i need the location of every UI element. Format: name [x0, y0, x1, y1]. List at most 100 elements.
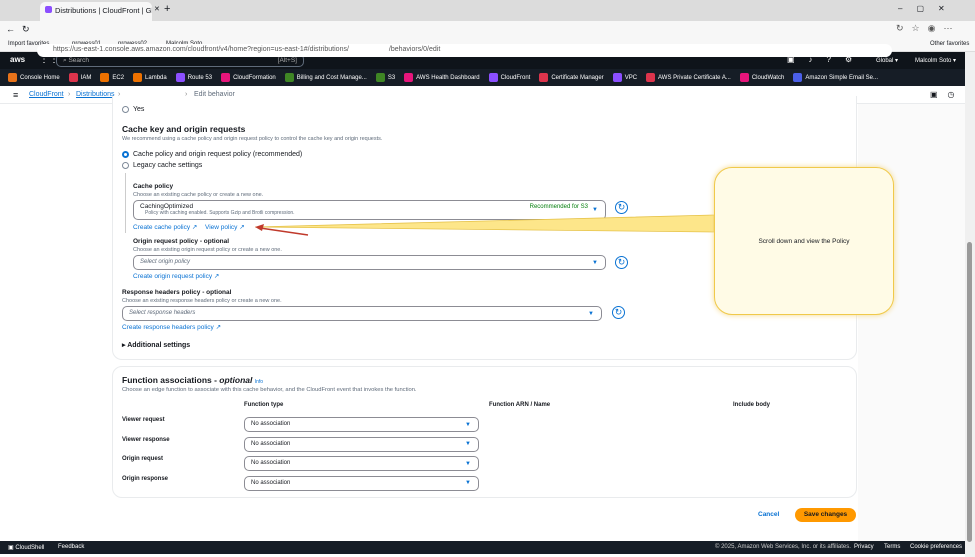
- browser-tab[interactable]: Distributions | CloudFront | Glob...: [40, 2, 152, 21]
- service-icon: [612, 73, 622, 82]
- service-label: CloudWatch: [751, 75, 785, 82]
- service-shortcut[interactable]: Lambda: [133, 73, 167, 82]
- menu-icon[interactable]: ≡: [13, 90, 18, 100]
- refresh-cache-policy-icon[interactable]: ↻: [615, 201, 628, 214]
- privacy-link[interactable]: Privacy: [854, 544, 874, 550]
- additional-settings-toggle[interactable]: ▸ Additional settings: [122, 341, 190, 349]
- function-type-select[interactable]: No association ▼: [244, 475, 479, 491]
- radio-legacy[interactable]: Legacy cache settings: [122, 162, 202, 169]
- service-label: EC2: [112, 75, 125, 82]
- close-tab-icon[interactable]: ✕: [154, 5, 160, 13]
- origin-policy-select[interactable]: Select origin policy ▼: [133, 255, 606, 270]
- function-associations-desc: Choose an edge function to associate wit…: [122, 387, 417, 393]
- feedback-link[interactable]: Feedback: [58, 544, 84, 550]
- function-row-label: Origin response: [122, 475, 169, 482]
- indent-line: [125, 173, 126, 233]
- user-menu[interactable]: Malcolm Soto ▾: [915, 57, 956, 64]
- terms-link[interactable]: Terms: [884, 544, 900, 550]
- function-type-select[interactable]: No association ▼: [244, 436, 479, 452]
- service-shortcut[interactable]: EC2: [100, 73, 124, 82]
- service-shortcut[interactable]: AWS Private Certificate A...: [646, 73, 731, 82]
- region-selector[interactable]: Global ▾: [876, 57, 898, 64]
- aws-logo[interactable]: aws: [10, 55, 25, 64]
- back-icon[interactable]: ←: [6, 24, 15, 34]
- console-footer: ▣ CloudShell Feedback © 2025, Amazon Web…: [0, 541, 965, 554]
- breadcrumb-distributions[interactable]: Distributions: [76, 91, 115, 98]
- create-response-policy-text: Create response headers policy: [122, 324, 214, 331]
- create-cache-policy-link[interactable]: Create cache policy ↗: [133, 223, 197, 231]
- service-shortcut[interactable]: CloudFront: [488, 73, 530, 82]
- cancel-button[interactable]: Cancel: [758, 511, 779, 518]
- service-shortcut[interactable]: CloudWatch: [739, 73, 785, 82]
- recommended-badge: Recommended for S3: [529, 204, 588, 210]
- address-bar-row: ← ↻ https://us-east-1.console.aws.amazon…: [0, 21, 975, 57]
- create-response-policy-link[interactable]: Create response headers policy ↗: [122, 323, 221, 331]
- service-shortcut[interactable]: Route 53: [175, 73, 212, 82]
- service-icon: [793, 73, 803, 82]
- chevron-down-icon: ▼: [465, 480, 471, 486]
- origin-policy-hint: Choose an existing origin request policy…: [133, 247, 282, 253]
- response-policy-select[interactable]: Select response headers ▼: [122, 306, 602, 321]
- view-policy-text: View policy: [205, 224, 238, 231]
- breadcrumb-cloudfront[interactable]: CloudFront: [29, 91, 64, 98]
- url-input[interactable]: https://us-east-1.console.aws.amazon.com…: [37, 44, 892, 57]
- search-shortcut: [Alt+S]: [277, 57, 297, 64]
- service-icon: [739, 73, 749, 82]
- cache-policy-label: Cache policy: [133, 183, 174, 190]
- service-shortcut[interactable]: Amazon Simple Email Se...: [793, 73, 878, 82]
- cache-policy-hint: Choose an existing cache policy or creat…: [133, 192, 264, 198]
- function-type-select[interactable]: No association ▼: [244, 456, 479, 471]
- function-associations-card: [112, 366, 857, 498]
- service-label: IAM: [80, 75, 92, 82]
- window-controls[interactable]: –▢✕: [898, 4, 959, 13]
- service-shortcut[interactable]: CloudFormation: [221, 73, 276, 82]
- service-icon: [175, 73, 185, 82]
- refresh-response-policy-icon[interactable]: ↻: [612, 306, 625, 319]
- save-changes-button[interactable]: Save changes: [795, 508, 856, 522]
- create-origin-policy-text: Create origin request policy: [133, 273, 213, 280]
- cache-policy-select[interactable]: CachingOptimized Policy with caching ena…: [133, 200, 606, 220]
- service-shortcut[interactable]: IAM: [68, 73, 92, 82]
- function-type-value: No association: [251, 479, 291, 486]
- other-favorites[interactable]: Other favorites: [930, 41, 969, 47]
- refresh-origin-policy-icon[interactable]: ↻: [615, 256, 628, 269]
- url-suffix: /behaviors/0/edit: [388, 46, 441, 53]
- service-icon: [284, 73, 294, 82]
- scrollbar[interactable]: [965, 52, 975, 557]
- response-policy-hint: Choose an existing response headers poli…: [122, 298, 282, 304]
- reload-icon[interactable]: ↻: [22, 24, 30, 35]
- function-row-label: Viewer response: [122, 436, 170, 443]
- origin-policy-placeholder: Select origin policy: [140, 259, 191, 265]
- info-link[interactable]: Info: [255, 379, 263, 385]
- panel-icons[interactable]: ▣◷: [930, 90, 965, 99]
- browser-toolbar-icons[interactable]: ↻☆◉⋯: [896, 23, 960, 34]
- service-icon: [68, 73, 78, 82]
- chevron-down-icon: ▼: [592, 207, 598, 213]
- chevron-down-icon: ▼: [465, 441, 471, 447]
- service-label: Console Home: [20, 75, 60, 82]
- chevron-down-icon: ▼: [592, 259, 598, 266]
- create-cache-policy-text: Create cache policy: [133, 224, 191, 231]
- cloudshell-label: CloudShell: [15, 545, 45, 551]
- chevron-down-icon: ▼: [588, 310, 594, 317]
- service-shortcut[interactable]: AWS Health Dashboard: [404, 73, 480, 82]
- browser-tab-bar: Distributions | CloudFront | Glob... ✕ +…: [0, 0, 975, 21]
- service-shortcut[interactable]: VPC: [612, 73, 637, 82]
- cloudshell-button[interactable]: ▣ CloudShell: [8, 544, 44, 551]
- service-shortcuts-bar: Console Home IAM EC2 Lambda Route 53 CloudFor…: [0, 69, 965, 86]
- service-shortcut[interactable]: Console Home: [8, 73, 60, 82]
- create-origin-policy-link[interactable]: Create origin request policy ↗: [133, 272, 219, 280]
- new-tab-icon[interactable]: +: [164, 3, 170, 15]
- service-shortcut[interactable]: S3: [375, 73, 395, 82]
- function-type-select[interactable]: No association ▼: [244, 417, 479, 432]
- service-shortcut[interactable]: Certificate Manager: [539, 73, 604, 82]
- additional-settings-label: Additional settings: [127, 342, 191, 349]
- tab-title: Distributions | CloudFront | Glob...: [55, 6, 152, 15]
- service-icon: [404, 73, 414, 82]
- radio-recommended[interactable]: Cache policy and origin request policy (…: [122, 151, 302, 158]
- view-policy-link[interactable]: View policy ↗: [205, 223, 245, 231]
- search-placeholder: Search: [68, 57, 90, 64]
- cookie-preferences-link[interactable]: Cookie preferences: [910, 544, 962, 550]
- service-shortcut[interactable]: Billing and Cost Manage...: [284, 73, 367, 82]
- yes-option[interactable]: Yes: [122, 106, 144, 113]
